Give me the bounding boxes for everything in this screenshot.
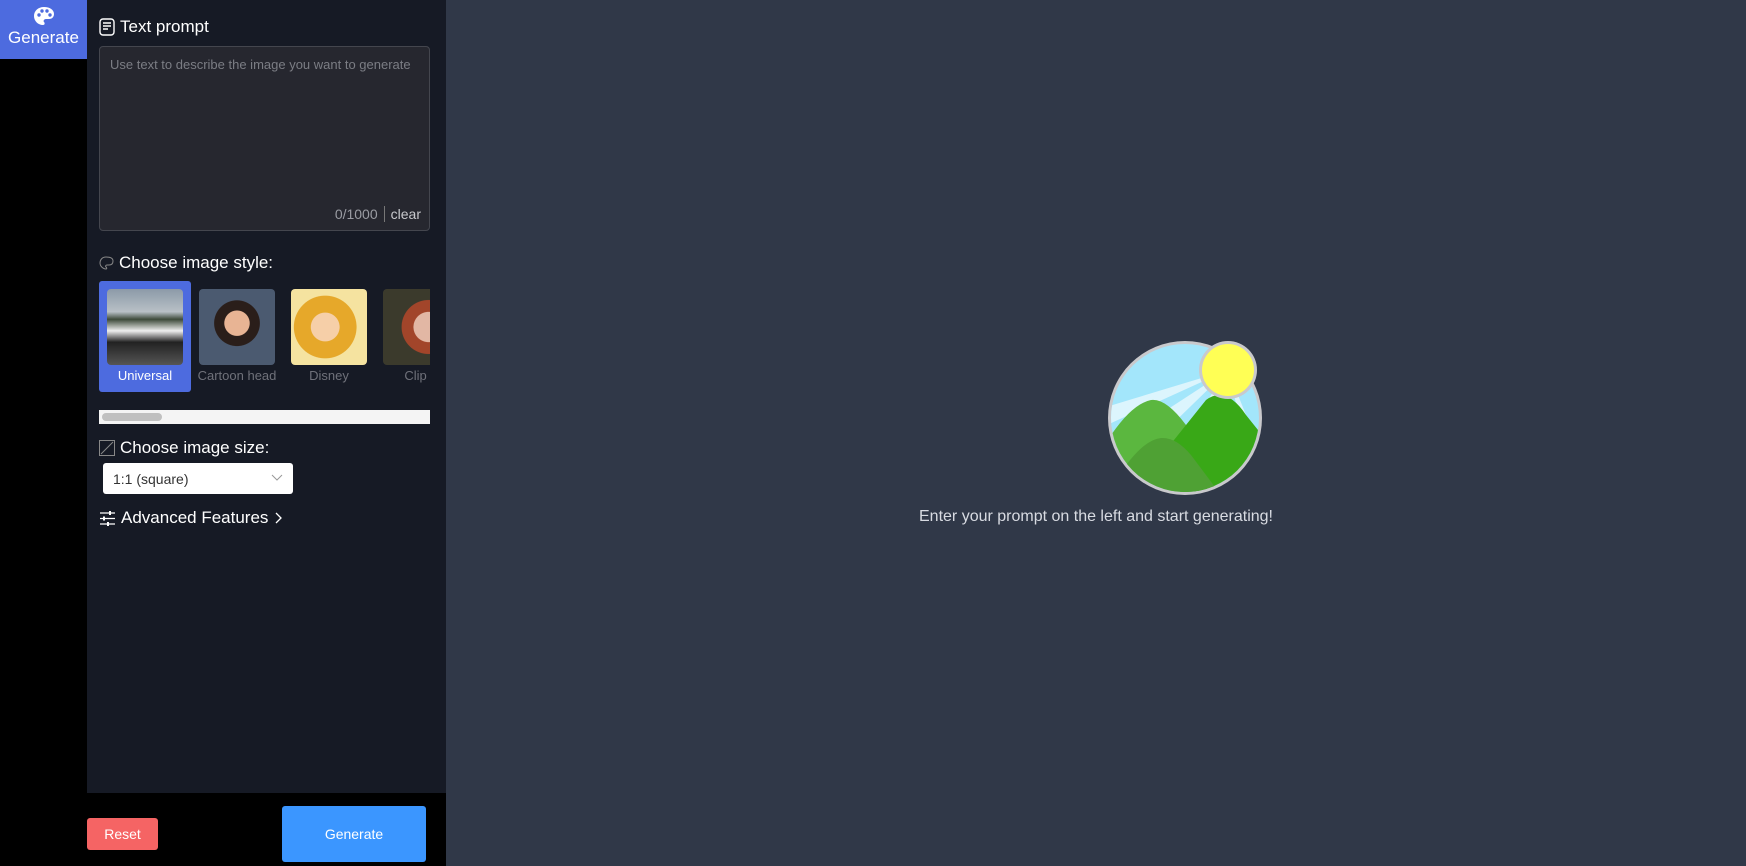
scrollbar-thumb[interactable] bbox=[102, 413, 162, 421]
palette-icon bbox=[99, 256, 114, 270]
style-card-cartoon-head[interactable]: Cartoon head bbox=[191, 281, 283, 392]
prompt-title: Text prompt bbox=[120, 17, 209, 36]
result-area: Enter your prompt on the left and start … bbox=[446, 0, 1746, 866]
palette-icon bbox=[33, 7, 54, 25]
prompt-heading: Text prompt bbox=[99, 17, 209, 37]
generate-button[interactable]: Generate bbox=[282, 806, 426, 862]
size-value: 1:1 (square) bbox=[113, 471, 189, 487]
style-thumbnail bbox=[383, 289, 430, 365]
document-icon bbox=[99, 18, 115, 36]
sidebar-nav: Generate bbox=[0, 0, 87, 866]
style-label: Clip a bbox=[404, 368, 430, 383]
prompt-box: 0/1000 clear bbox=[99, 46, 430, 231]
style-label: Cartoon head bbox=[197, 368, 277, 383]
chevron-right-icon bbox=[275, 512, 283, 524]
advanced-features-toggle[interactable]: Advanced Features bbox=[99, 508, 283, 528]
style-card-universal[interactable]: Universal bbox=[99, 281, 191, 392]
style-thumbnail bbox=[291, 289, 367, 365]
advanced-label: Advanced Features bbox=[121, 508, 269, 527]
prompt-input[interactable] bbox=[100, 47, 429, 187]
settings-panel: Text prompt 0/1000 clear Choose image sty… bbox=[87, 0, 446, 793]
style-heading: Choose image style: bbox=[99, 253, 273, 273]
style-scrollbar[interactable] bbox=[99, 410, 430, 424]
style-carousel: Universal Cartoon head Disney Clip a bbox=[99, 281, 430, 394]
style-card-clip-art[interactable]: Clip a bbox=[375, 281, 430, 392]
empty-state-message: Enter your prompt on the left and start … bbox=[919, 508, 1273, 525]
divider bbox=[383, 206, 385, 222]
style-label: Universal bbox=[117, 368, 173, 383]
sliders-icon bbox=[100, 510, 115, 526]
nav-item-generate[interactable]: Generate bbox=[0, 0, 87, 59]
style-label: Disney bbox=[309, 368, 349, 383]
reset-button[interactable]: Reset bbox=[87, 818, 158, 850]
style-card-disney[interactable]: Disney bbox=[283, 281, 375, 392]
size-title: Choose image size: bbox=[120, 438, 270, 457]
image-size-select[interactable]: 1:1 (square) bbox=[103, 463, 293, 494]
aspect-ratio-icon bbox=[99, 440, 115, 456]
nav-item-label: Generate bbox=[8, 28, 79, 47]
chevron-down-icon bbox=[271, 474, 283, 481]
clear-button[interactable]: clear bbox=[391, 206, 421, 222]
style-thumbnail bbox=[199, 289, 275, 365]
char-count: 0/1000 bbox=[334, 206, 378, 222]
style-title: Choose image style: bbox=[119, 253, 274, 272]
style-thumbnail bbox=[107, 289, 183, 365]
landscape-illustration-icon bbox=[1108, 341, 1262, 495]
size-heading: Choose image size: bbox=[99, 438, 269, 458]
